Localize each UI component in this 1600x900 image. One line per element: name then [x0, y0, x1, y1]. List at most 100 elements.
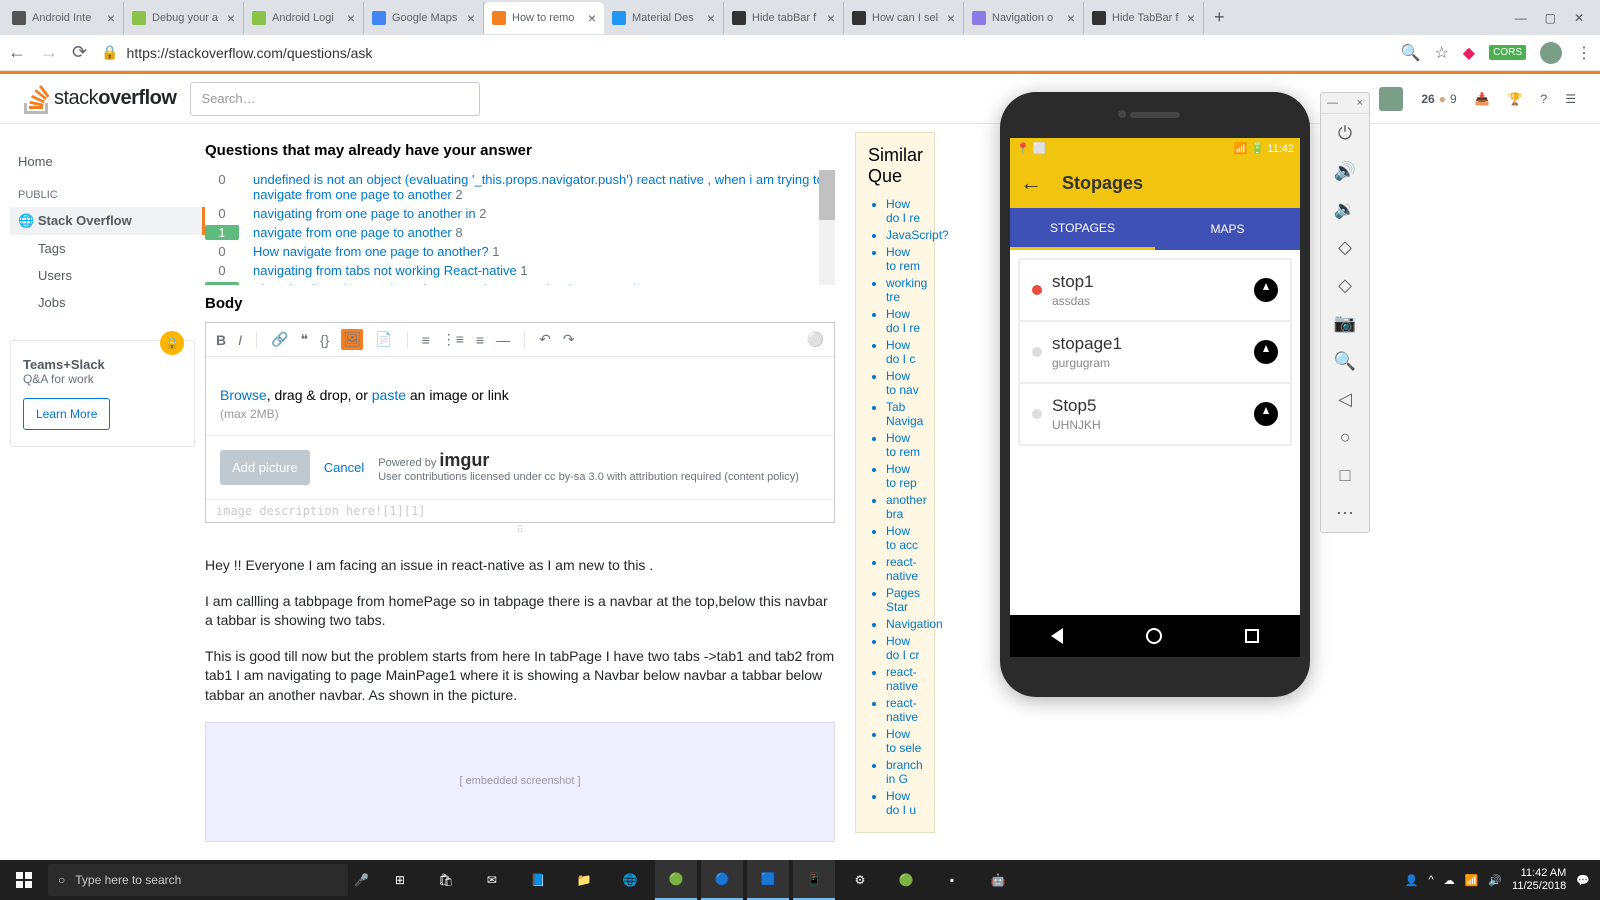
- start-button[interactable]: [0, 872, 48, 888]
- browser-tab[interactable]: Android Logi×: [244, 2, 364, 34]
- avatar[interactable]: [1379, 87, 1403, 111]
- similar-link[interactable]: How to acc: [886, 524, 922, 552]
- list-item[interactable]: stop1assdas: [1019, 259, 1291, 321]
- rotate-left-icon[interactable]: ◇: [1321, 228, 1369, 266]
- close-window-icon[interactable]: ✕: [1574, 11, 1584, 25]
- compass-icon[interactable]: [1254, 402, 1278, 426]
- reload-button[interactable]: ⟳: [72, 42, 87, 63]
- power-icon[interactable]: ⏻: [1321, 114, 1369, 152]
- people-icon[interactable]: 👤: [1405, 874, 1419, 887]
- star-icon[interactable]: ☆: [1434, 43, 1448, 63]
- volume-down-icon[interactable]: 🔉: [1321, 190, 1369, 228]
- close-icon[interactable]: ×: [707, 10, 715, 26]
- similar-link[interactable]: working tre: [886, 276, 922, 304]
- close-icon[interactable]: ×: [1067, 10, 1075, 26]
- similar-link[interactable]: How do I c: [886, 338, 922, 366]
- compass-icon[interactable]: [1254, 278, 1278, 302]
- image-button[interactable]: 🖼: [341, 329, 363, 350]
- app-icon[interactable]: 🟢: [885, 860, 927, 900]
- new-tab-button[interactable]: +: [1204, 1, 1235, 34]
- similar-link[interactable]: How to rem: [886, 431, 922, 459]
- task-view-icon[interactable]: ⊞: [379, 860, 421, 900]
- chrome-icon[interactable]: 🔵: [701, 860, 743, 900]
- browser-tab[interactable]: Google Maps×: [364, 2, 484, 34]
- close-icon[interactable]: ×: [827, 10, 835, 26]
- rotate-right-icon[interactable]: ◇: [1321, 266, 1369, 304]
- browser-tab[interactable]: Navigation o×: [964, 2, 1084, 34]
- taskbar-search[interactable]: ○ Type here to search: [48, 864, 348, 896]
- similar-link[interactable]: How do I u: [886, 789, 922, 817]
- sidebar-item-home[interactable]: Home: [10, 148, 205, 175]
- sidebar-item-stackoverflow[interactable]: 🌐 Stack Overflow: [10, 207, 205, 235]
- heading-button[interactable]: ≡: [476, 332, 484, 348]
- tray-chevron[interactable]: ^: [1428, 874, 1433, 886]
- cancel-link[interactable]: Cancel: [324, 460, 364, 475]
- close-icon[interactable]: ×: [588, 10, 596, 26]
- similar-link[interactable]: How do I re: [886, 307, 922, 335]
- more-icon[interactable]: ⋯: [1321, 494, 1369, 532]
- network-icon[interactable]: 📶: [1465, 874, 1479, 887]
- extension-icon[interactable]: CORS: [1489, 45, 1526, 60]
- site-switcher-icon[interactable]: ☰: [1565, 92, 1576, 106]
- similar-link[interactable]: How to nav: [886, 369, 922, 397]
- tab-maps[interactable]: MAPS: [1155, 208, 1300, 250]
- back-button[interactable]: ←: [8, 42, 26, 63]
- snippet-button[interactable]: 📄: [375, 331, 392, 348]
- inbox-icon[interactable]: 📥: [1475, 92, 1490, 106]
- similar-link[interactable]: How to sele: [886, 727, 922, 755]
- explorer-icon[interactable]: 📁: [563, 860, 605, 900]
- overview-icon[interactable]: □: [1321, 456, 1369, 494]
- back-icon[interactable]: ◁: [1321, 380, 1369, 418]
- home-icon[interactable]: ○: [1321, 418, 1369, 456]
- similar-link[interactable]: How to rep: [886, 462, 922, 490]
- similar-link[interactable]: another bra: [886, 493, 922, 521]
- link-button[interactable]: 🔗: [271, 331, 288, 348]
- onedrive-icon[interactable]: ☁: [1444, 874, 1455, 887]
- similar-question-link[interactable]: navigate from one page to another 8: [253, 225, 835, 240]
- close-icon[interactable]: ×: [947, 10, 955, 26]
- quote-button[interactable]: ❝: [300, 331, 308, 348]
- maximize-icon[interactable]: ▢: [1545, 11, 1556, 25]
- compass-icon[interactable]: [1254, 340, 1278, 364]
- zoom-icon[interactable]: 🔍: [1401, 43, 1421, 63]
- similar-question-link[interactable]: navigating from tabs not working React-n…: [253, 263, 835, 278]
- similar-question-link[interactable]: Show loading when navigate from one view…: [253, 282, 835, 285]
- close-icon[interactable]: ×: [1187, 10, 1195, 26]
- browser-tab[interactable]: Material Des×: [604, 2, 724, 34]
- similar-question-link[interactable]: How navigate from one page to another? 1: [253, 244, 835, 259]
- code-button[interactable]: {}: [320, 332, 329, 348]
- volume-icon[interactable]: 🔊: [1488, 874, 1502, 887]
- similar-link[interactable]: Navigation: [886, 617, 922, 631]
- profile-avatar[interactable]: [1540, 42, 1562, 64]
- extension-icon[interactable]: ◆: [1463, 43, 1475, 63]
- edge-icon[interactable]: 🌐: [609, 860, 651, 900]
- tab-stopages[interactable]: STOPAGES: [1010, 208, 1155, 250]
- similar-link[interactable]: How to rem: [886, 245, 922, 273]
- similar-link[interactable]: react-native: [886, 555, 922, 583]
- help-icon[interactable]: ?: [1541, 92, 1548, 106]
- close-icon[interactable]: ×: [467, 10, 475, 26]
- mic-icon[interactable]: 🎤: [354, 873, 369, 887]
- browser-tab-active[interactable]: How to remo×: [484, 2, 604, 34]
- settings-icon[interactable]: ⚙: [839, 860, 881, 900]
- app-icon[interactable]: 📘: [517, 860, 559, 900]
- olist-button[interactable]: ≡: [422, 332, 430, 348]
- paste-link[interactable]: paste: [372, 387, 406, 403]
- sidebar-item-tags[interactable]: Tags: [10, 235, 205, 262]
- hr-button[interactable]: —: [496, 332, 510, 348]
- list-item[interactable]: Stop5UHNJKH: [1019, 383, 1291, 445]
- scrollbar[interactable]: [819, 170, 835, 285]
- similar-question-link[interactable]: undefined is not an object (evaluating '…: [253, 172, 835, 202]
- zoom-icon[interactable]: 🔍: [1321, 342, 1369, 380]
- browser-tab[interactable]: Debug your a×: [124, 2, 244, 34]
- terminal-icon[interactable]: ▪: [931, 860, 973, 900]
- minimize-icon[interactable]: —: [1327, 97, 1338, 109]
- vscode-icon[interactable]: 🟦: [747, 860, 789, 900]
- similar-link[interactable]: react-native: [886, 696, 922, 724]
- emulator-icon[interactable]: 📱: [793, 860, 835, 900]
- browser-tab[interactable]: Hide TabBar f×: [1084, 2, 1204, 34]
- undo-button[interactable]: ↶: [539, 331, 551, 348]
- help-button[interactable]: ⚪: [807, 331, 824, 348]
- mail-icon[interactable]: ✉: [471, 860, 513, 900]
- browser-tab[interactable]: Hide tabBar f×: [724, 2, 844, 34]
